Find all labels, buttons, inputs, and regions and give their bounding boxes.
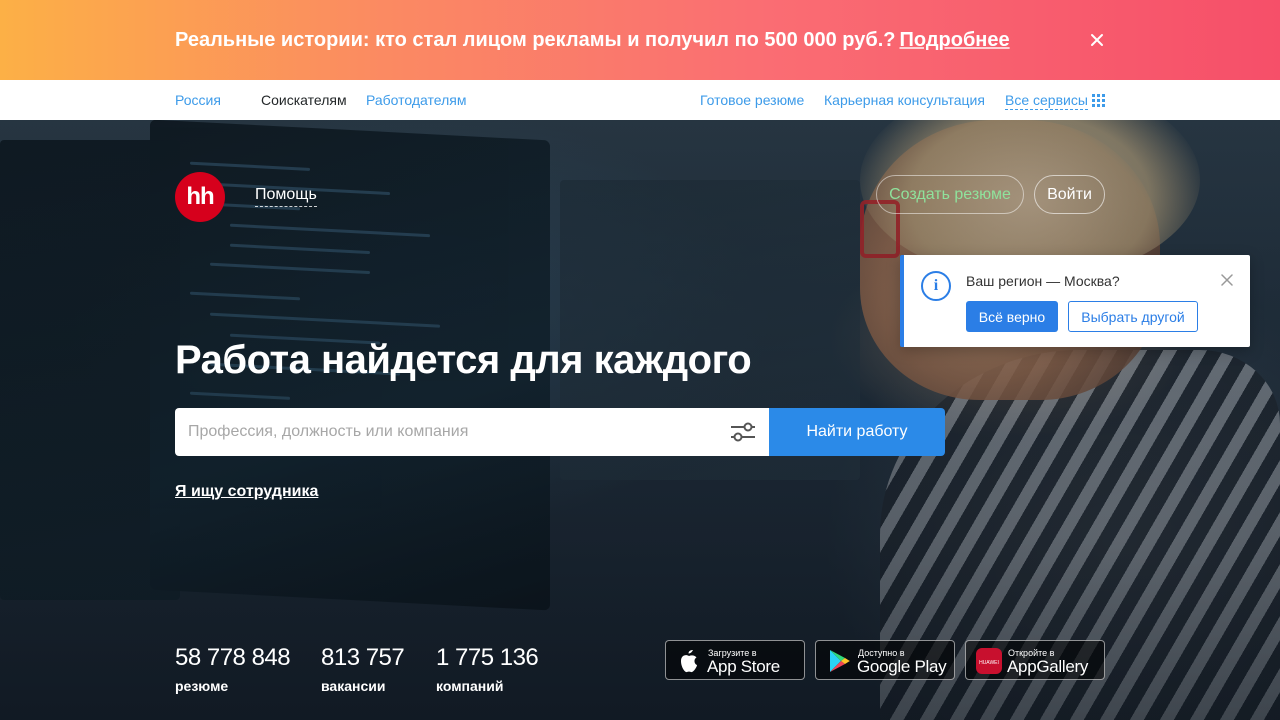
promo-banner: Реальные истории: кто стал лицом рекламы…: [0, 0, 1280, 80]
search-box: [175, 408, 769, 456]
promo-message: Реальные истории: кто стал лицом рекламы…: [175, 29, 896, 51]
top-navigation: Россия Соискателям Работодателям Готовое…: [0, 80, 1280, 120]
badge-title: Google Play: [857, 657, 947, 676]
badge-title: AppGallery: [1007, 657, 1089, 676]
grid-icon[interactable]: [1092, 94, 1105, 107]
app-store-badge[interactable]: Загрузите в App Store: [665, 640, 805, 680]
stat-vacancies: 813 757 вакансии: [321, 644, 405, 694]
promo-text: Реальные истории: кто стал лицом рекламы…: [175, 29, 1010, 52]
appgallery-badge[interactable]: HUAWEI Откройте в AppGallery: [965, 640, 1105, 680]
promo-more-link[interactable]: Подробнее: [899, 29, 1009, 51]
stat-number: 1 775 136: [436, 644, 539, 671]
create-resume-button[interactable]: Создать резюме: [876, 175, 1024, 214]
apple-icon: [681, 650, 697, 673]
huawei-appgallery-icon: HUAWEI: [976, 648, 1002, 674]
stat-companies: 1 775 136 компаний: [436, 644, 539, 694]
search-input[interactable]: [175, 408, 715, 456]
all-services-link[interactable]: Все сервисы: [1005, 92, 1088, 110]
svg-text:HUAWEI: HUAWEI: [979, 660, 999, 666]
stat-label: вакансии: [321, 678, 386, 694]
region-question: Ваш регион — Москва?: [966, 273, 1120, 289]
stat-number: 813 757: [321, 644, 405, 671]
badge-title: App Store: [707, 657, 780, 676]
region-change-button[interactable]: Выбрать другой: [1068, 301, 1198, 332]
filter-icon[interactable]: [730, 421, 756, 443]
employer-link[interactable]: Я ищу сотрудника: [175, 483, 318, 501]
info-icon: i: [921, 271, 951, 301]
login-button[interactable]: Войти: [1034, 175, 1105, 214]
page-title: Работа найдется для каждого: [175, 338, 752, 382]
region-link[interactable]: Россия: [175, 92, 221, 108]
google-play-icon: [830, 650, 850, 672]
region-popup: i Ваш регион — Москва? Всё верно Выбрать…: [900, 255, 1250, 347]
close-icon[interactable]: [1088, 31, 1106, 49]
stat-label: компаний: [436, 678, 504, 694]
help-link[interactable]: Помощь: [255, 186, 317, 207]
stat-label: резюме: [175, 678, 229, 694]
career-consultation-link[interactable]: Карьерная консультация: [824, 92, 985, 108]
stat-number: 58 778 848: [175, 644, 291, 671]
ready-resume-link[interactable]: Готовое резюме: [700, 92, 804, 108]
close-icon[interactable]: [1221, 274, 1233, 286]
google-play-badge[interactable]: Доступно в Google Play: [815, 640, 955, 680]
region-confirm-button[interactable]: Всё верно: [966, 301, 1058, 332]
stat-resumes: 58 778 848 резюме: [175, 644, 291, 694]
find-job-button[interactable]: Найти работу: [769, 408, 945, 456]
hh-logo[interactable]: hh: [175, 172, 225, 222]
tab-seekers[interactable]: Соискателям: [261, 92, 347, 108]
tab-employers[interactable]: Работодателям: [366, 92, 467, 108]
